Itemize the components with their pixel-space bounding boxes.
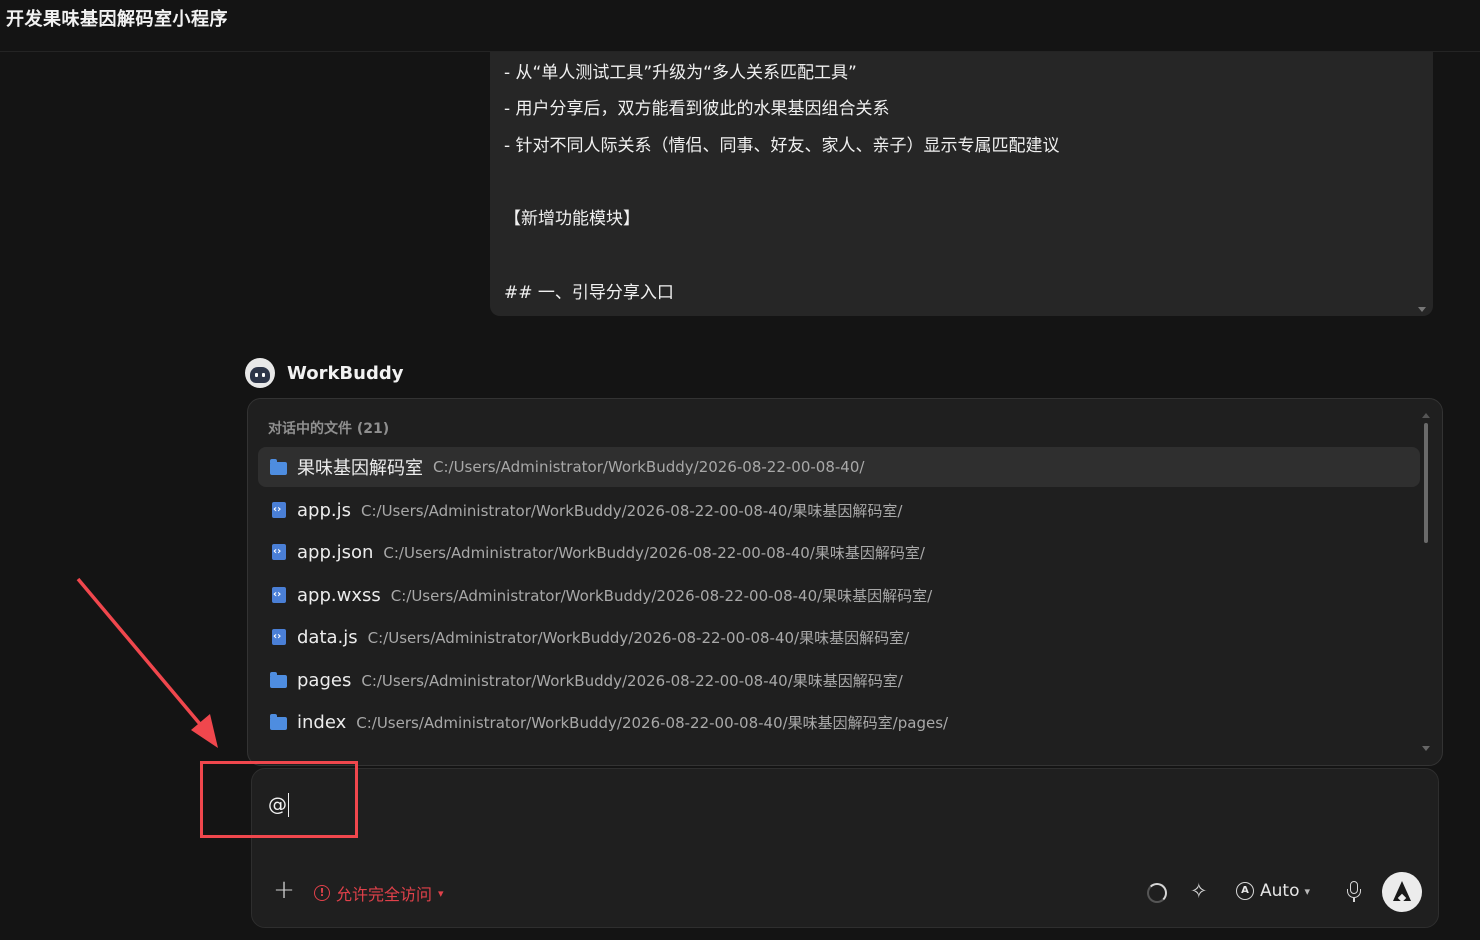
- assistant-header: WorkBuddy: [245, 358, 403, 388]
- file-name: 果味基因解码室: [297, 458, 423, 479]
- chevron-down-icon: ▾: [1304, 884, 1311, 898]
- folder-icon: [270, 458, 287, 475]
- message-line: ## 一、引导分享入口: [504, 283, 674, 303]
- title-bar: 开发果味基因解码室小程序: [0, 0, 1480, 52]
- file-path: C:/Users/Administrator/WorkBuddy/2026-08…: [383, 543, 925, 562]
- file-mention-dropdown: 对话中的文件 (21) 果味基因解码室 C:/Users/Administrat…: [247, 398, 1443, 766]
- message-line: 【新增功能模块】: [504, 209, 640, 229]
- user-message-bubble: - 从“单人测试工具”升级为“多人关系匹配工具” - 用户分享后，双方能看到彼此…: [490, 52, 1433, 316]
- code-file-icon: [272, 502, 286, 518]
- window-title: 开发果味基因解码室小程序: [6, 9, 228, 30]
- microphone-icon[interactable]: [1344, 881, 1364, 903]
- file-list-item[interactable]: app.js C:/Users/Administrator/WorkBuddy/…: [258, 490, 1420, 530]
- file-list-item[interactable]: data.js C:/Users/Administrator/WorkBuddy…: [258, 617, 1420, 657]
- file-list-item[interactable]: app.wxss C:/Users/Administrator/WorkBudd…: [258, 575, 1420, 615]
- message-line: - 用户分享后，双方能看到彼此的水果基因组合关系: [504, 99, 890, 119]
- file-name: app.js: [297, 499, 351, 521]
- model-label: Auto: [1260, 881, 1300, 901]
- sparkle-icon[interactable]: ✧: [1190, 879, 1208, 903]
- folder-icon: [270, 713, 287, 730]
- file-path: C:/Users/Administrator/WorkBuddy/2026-08…: [433, 458, 865, 476]
- dropdown-header: 对话中的文件 (21): [268, 421, 390, 437]
- message-line: - 针对不同人际关系（情侣、同事、好友、家人、亲子）显示专属匹配建议: [504, 136, 1060, 156]
- file-name: data.js: [297, 626, 358, 648]
- file-name: app.wxss: [297, 584, 381, 606]
- file-path: C:/Users/Administrator/WorkBuddy/2026-08…: [356, 713, 949, 732]
- avatar: [245, 358, 275, 388]
- model-select-button[interactable]: A Auto ▾: [1236, 881, 1310, 901]
- file-name: app.json: [297, 541, 374, 563]
- annotation-highlight-box: [200, 761, 358, 838]
- file-list-item[interactable]: index C:/Users/Administrator/WorkBuddy/2…: [258, 702, 1420, 742]
- scroll-down-arrow-icon[interactable]: [1418, 307, 1426, 312]
- chat-input-box[interactable]: @ + ! 允许完全访问 ▾ ✧ A Auto ▾: [251, 768, 1439, 928]
- file-name: index: [297, 711, 347, 733]
- scroll-up-arrow-icon[interactable]: [1422, 413, 1430, 418]
- file-list-item[interactable]: app.json C:/Users/Administrator/WorkBudd…: [258, 532, 1420, 572]
- full-access-label: 允许完全访问: [336, 885, 433, 904]
- plus-icon[interactable]: +: [272, 877, 296, 903]
- auto-mode-icon: A: [1236, 882, 1254, 900]
- file-path: C:/Users/Administrator/WorkBuddy/2026-08…: [367, 628, 910, 647]
- file-path: C:/Users/Administrator/WorkBuddy/2026-08…: [390, 586, 933, 605]
- file-list-item[interactable]: 果味基因解码室 C:/Users/Administrator/WorkBuddy…: [258, 447, 1420, 487]
- code-file-icon: [272, 544, 286, 560]
- code-file-icon: [272, 587, 286, 603]
- file-list-item[interactable]: pages C:/Users/Administrator/WorkBuddy/2…: [258, 660, 1420, 700]
- code-file-icon: [272, 629, 286, 645]
- assistant-name: WorkBuddy: [287, 362, 404, 384]
- scroll-down-arrow-icon[interactable]: [1422, 746, 1430, 751]
- file-path: C:/Users/Administrator/WorkBuddy/2026-08…: [361, 671, 903, 690]
- full-access-button[interactable]: ! 允许完全访问 ▾: [314, 881, 444, 905]
- loading-spinner-icon: [1147, 883, 1167, 903]
- file-name: pages: [297, 669, 352, 691]
- warning-icon: !: [314, 885, 330, 901]
- send-button[interactable]: [1382, 872, 1422, 912]
- send-arrow-icon: [1397, 893, 1407, 903]
- message-line: - 从“单人测试工具”升级为“多人关系匹配工具”: [504, 63, 857, 83]
- file-path: C:/Users/Administrator/WorkBuddy/2026-08…: [360, 501, 903, 520]
- folder-icon: [270, 671, 287, 688]
- chevron-down-icon: ▾: [438, 886, 444, 900]
- scrollbar[interactable]: [1424, 423, 1428, 543]
